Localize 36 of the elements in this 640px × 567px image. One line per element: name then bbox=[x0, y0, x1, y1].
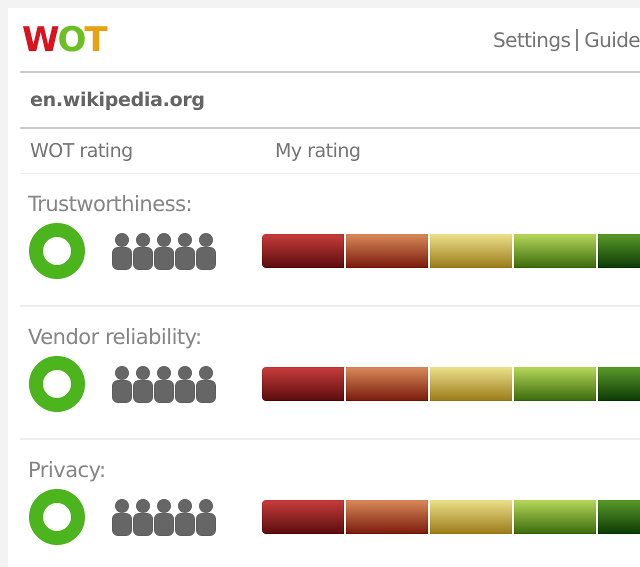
person-icon bbox=[154, 365, 174, 403]
person-icon bbox=[175, 365, 195, 403]
rating-segment[interactable] bbox=[262, 500, 344, 534]
rating-segment[interactable] bbox=[514, 367, 596, 401]
rating-segment[interactable] bbox=[430, 500, 512, 534]
person-icon bbox=[154, 232, 174, 270]
rating-segment[interactable] bbox=[346, 367, 428, 401]
category-label: Vendor reliability: bbox=[28, 325, 203, 349]
rating-segment[interactable] bbox=[430, 234, 512, 268]
person-icon bbox=[133, 232, 153, 270]
person-icon bbox=[154, 498, 174, 536]
rating-segment[interactable] bbox=[430, 367, 512, 401]
person-icon bbox=[196, 232, 216, 270]
person-icon bbox=[196, 365, 216, 403]
guide-link[interactable]: Guide bbox=[584, 28, 640, 52]
domain-name: en.wikipedia.org bbox=[30, 89, 205, 111]
person-icon bbox=[112, 365, 132, 403]
person-icon bbox=[196, 498, 216, 536]
rating-segment[interactable] bbox=[346, 234, 428, 268]
category-label: Trustworthiness: bbox=[28, 192, 194, 216]
person-icon bbox=[175, 232, 195, 270]
person-icon bbox=[133, 498, 153, 536]
person-icon bbox=[112, 498, 132, 536]
wot-logo: WOT bbox=[21, 20, 106, 60]
category-label: Privacy: bbox=[28, 458, 107, 482]
person-icon bbox=[112, 232, 132, 270]
rating-segment[interactable] bbox=[262, 234, 344, 268]
person-icon bbox=[133, 365, 153, 403]
rating-segment[interactable] bbox=[514, 500, 596, 534]
rating-segment[interactable] bbox=[262, 367, 344, 401]
settings-link[interactable]: Settings bbox=[493, 28, 570, 52]
rating-segment[interactable] bbox=[514, 234, 596, 268]
column-heading: My rating bbox=[275, 140, 362, 162]
rating-segment[interactable] bbox=[346, 500, 428, 534]
column-heading: WOT rating bbox=[30, 140, 134, 162]
person-icon bbox=[175, 498, 195, 536]
